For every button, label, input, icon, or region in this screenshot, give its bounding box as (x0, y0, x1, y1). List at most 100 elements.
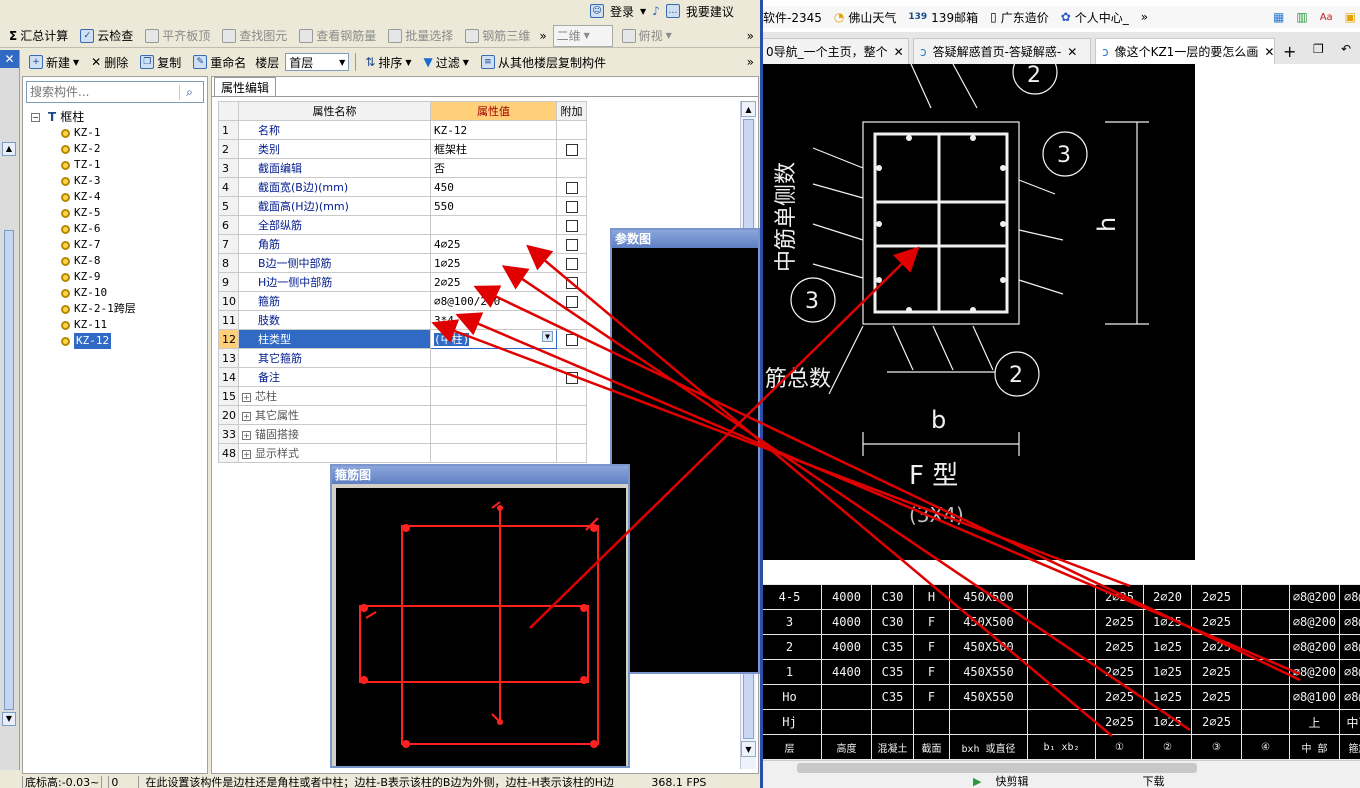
new-tab-button[interactable]: + (1283, 42, 1296, 61)
tree-item[interactable]: TZ-1 (61, 157, 136, 173)
table-row[interactable]: 1 名称 KZ-12 (218, 120, 587, 140)
table-row[interactable]: 6 全部纵筋 (218, 215, 587, 235)
undo-icon[interactable]: ↶ (1341, 42, 1351, 56)
login-button[interactable]: 登录 (610, 3, 634, 20)
property-value[interactable]: 450 (430, 177, 557, 197)
rail-scrollbar[interactable] (4, 230, 14, 710)
quick-edit-button[interactable]: 快剪辑 (995, 773, 1028, 788)
delete-button[interactable]: ✕ 删除 (88, 51, 131, 73)
table-row[interactable]: 48 + 显示样式 (218, 443, 587, 463)
table-row[interactable]: 11 肢数 3*4 (218, 310, 587, 330)
book-icon[interactable]: ▥ (1296, 10, 1307, 24)
search-input[interactable] (27, 83, 179, 101)
property-value[interactable] (430, 405, 557, 425)
collapse-icon[interactable]: − (31, 112, 40, 122)
download-button[interactable]: 下载 (1142, 773, 1164, 788)
copy-from-floor-button[interactable]: ≡ 从其他楼层复制构件 (478, 51, 609, 73)
rail-scroll-down[interactable]: ▼ (2, 712, 16, 726)
browser-hscroll[interactable] (763, 760, 1360, 774)
search-icon[interactable]: ⌕ (179, 84, 199, 100)
view-2d-select[interactable]: 二维 ▼ (552, 24, 613, 47)
view-rebar-button[interactable]: 查看钢筋量 (296, 25, 379, 47)
tree-item[interactable]: KZ-4 (61, 189, 136, 205)
flat-slab-button[interactable]: 平齐板顶 (142, 25, 213, 47)
expand-icon[interactable]: + (242, 393, 251, 402)
tree-item[interactable]: KZ-1 (61, 125, 136, 141)
overflow-icon-3[interactable]: » (747, 55, 754, 69)
table-row[interactable]: 3 截面编辑否 (218, 158, 587, 178)
table-row[interactable]: 2 类别 框架柱 (218, 139, 587, 159)
feedback-button[interactable]: 我要建议 (686, 3, 734, 20)
tree-item[interactable]: KZ-3 (61, 173, 136, 189)
property-value[interactable] (430, 443, 557, 463)
browser-tab-1[interactable]: 0导航_一个主页，整个 ✕ (763, 38, 909, 64)
tree-item[interactable]: KZ-11 (61, 317, 136, 333)
restore-icon[interactable]: ❐ (1313, 42, 1324, 56)
bookmark-profile[interactable]: ✿ 个人中心_ (1061, 9, 1129, 26)
extra-checkbox[interactable] (565, 219, 578, 232)
tree-item[interactable]: KZ-6 (61, 221, 136, 237)
more-bookmarks-icon[interactable]: » (1141, 10, 1148, 24)
tree-item[interactable]: KZ-7 (61, 237, 136, 253)
bookmark-2345[interactable]: 软件-2345 (763, 9, 822, 26)
tab-property-edit[interactable]: 属性编辑 (214, 77, 277, 96)
table-row[interactable]: 4 截面宽(B边)(mm) 450 (218, 177, 587, 197)
table-row[interactable]: 15 + 芯柱 (218, 386, 587, 406)
tree-item[interactable]: KZ-5 (61, 205, 136, 221)
property-value[interactable] (430, 424, 557, 444)
tree-root[interactable]: − T 框柱 (31, 109, 136, 125)
table-row[interactable]: 10 箍筋 ⌀8@100/200 (218, 291, 587, 311)
extra-checkbox[interactable] (565, 143, 578, 156)
extra-checkbox[interactable] (565, 200, 578, 213)
extra-checkbox[interactable] (565, 257, 578, 270)
chevron-down-icon[interactable]: ▼ (542, 331, 553, 342)
find-element-button[interactable]: 查找图元 (219, 25, 290, 47)
extra-checkbox[interactable] (565, 276, 578, 289)
close-icon-2[interactable]: ✕ (1067, 45, 1077, 59)
overflow-icon-2[interactable]: » (747, 29, 754, 43)
extra-checkbox[interactable] (565, 295, 578, 308)
floor-select[interactable]: 首层 ▼ (285, 53, 350, 71)
bell-icon[interactable]: ♪ (652, 4, 660, 18)
table-row[interactable]: 14 备注 (218, 367, 587, 387)
bookmark-cost[interactable]: ▯ 广东造价 (990, 9, 1049, 26)
table-row[interactable]: 12 柱类型 (中柱) ▼ (218, 329, 587, 349)
filter-button[interactable]: ▼ 过滤 ▼ (421, 51, 472, 73)
expand-icon[interactable]: + (242, 412, 251, 421)
sort-button[interactable]: ⇅ 排序 ▼ (362, 51, 414, 73)
pdf-icon[interactable]: Aa (1320, 12, 1333, 23)
tree-item[interactable]: KZ-2-1跨层 (61, 301, 136, 317)
extra-checkbox[interactable] (565, 238, 578, 251)
table-row[interactable]: 9 H边一侧中部筋 2⌀25 (218, 272, 587, 292)
table-row[interactable]: 7 角筋 4⌀25 (218, 234, 587, 254)
property-value[interactable]: 1⌀25 (430, 253, 557, 273)
property-value[interactable]: 4⌀25 (430, 234, 557, 254)
tree-item[interactable]: KZ-12 (61, 333, 136, 349)
batch-select-button[interactable]: 批量选择 (385, 25, 456, 47)
overflow-icon[interactable]: » (539, 29, 546, 43)
property-value[interactable]: 否 (430, 158, 557, 178)
browser-hscroll-thumb[interactable] (797, 763, 1197, 773)
tree-item[interactable]: KZ-2 (61, 141, 136, 157)
close-panel-button[interactable]: ✕ (0, 50, 19, 68)
tree-item[interactable]: KZ-10 (61, 285, 136, 301)
cloud-check-button[interactable]: ✓ 云检查 (77, 25, 136, 47)
table-row[interactable]: 13 其它箍筋 (218, 348, 587, 368)
bookmark-weather[interactable]: ◔ 佛山天气 (834, 9, 897, 26)
apps-icon[interactable]: ▦ (1273, 10, 1284, 24)
rail-scroll-up[interactable]: ▲ (2, 142, 16, 156)
table-row[interactable]: 20 + 其它属性 (218, 405, 587, 425)
bookmark-mail[interactable]: 139 139邮箱 (908, 9, 978, 26)
summary-button[interactable]: Σ 汇总计算 (6, 25, 71, 47)
property-value[interactable]: 550 (430, 196, 557, 216)
property-value[interactable] (430, 367, 557, 387)
close-icon[interactable]: ✕ (894, 45, 904, 59)
property-value[interactable]: KZ-12 (430, 120, 557, 140)
property-value[interactable]: ⌀8@100/200 (430, 291, 557, 311)
rebar-3d-button[interactable]: 钢筋三维 (462, 25, 533, 47)
copy-button[interactable]: ❐ 复制 (137, 51, 184, 73)
rename-button[interactable]: ✎ 重命名 (190, 51, 249, 73)
property-value[interactable]: (中柱) ▼ (430, 329, 557, 349)
browser-tab-2[interactable]: ↄ 答疑解惑首页-答疑解惑- ✕ (913, 38, 1091, 64)
property-value[interactable]: 框架柱 (430, 139, 557, 159)
